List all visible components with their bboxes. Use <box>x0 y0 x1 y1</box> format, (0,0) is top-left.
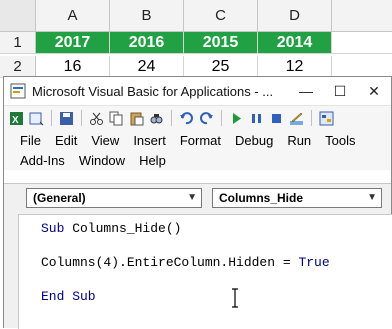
toolbar-separator <box>311 110 312 126</box>
close-button[interactable]: ✕ <box>357 77 391 105</box>
svg-text:X: X <box>12 115 19 126</box>
copy-icon[interactable] <box>108 110 125 127</box>
toolbar-separator <box>81 110 82 126</box>
cell-c1[interactable]: 2015 <box>184 32 258 54</box>
menu-view[interactable]: View <box>91 133 119 148</box>
menu-edit[interactable]: Edit <box>55 133 77 148</box>
maximize-button[interactable]: ☐ <box>323 77 357 105</box>
text-cursor-icon <box>232 288 238 308</box>
menu-file[interactable]: File <box>20 133 41 148</box>
sheet-row-1: 1 2017 2016 2015 2014 <box>0 32 392 54</box>
menu-run[interactable]: Run <box>287 133 311 148</box>
column-header-b[interactable]: B <box>110 0 184 32</box>
standard-toolbar: X <box>4 105 391 130</box>
save-icon[interactable] <box>58 110 75 127</box>
keyword-sub: Sub <box>41 221 65 236</box>
title-bar[interactable]: Microsoft Visual Basic for Applications … <box>4 77 391 105</box>
menu-row-2: Add-Ins Window Help <box>20 150 391 170</box>
minimize-button[interactable]: — <box>289 77 323 105</box>
project-explorer-icon[interactable] <box>318 110 335 127</box>
cut-icon[interactable] <box>88 110 105 127</box>
paste-icon[interactable] <box>128 110 145 127</box>
chevron-down-icon[interactable]: ▼ <box>367 192 377 203</box>
object-dropdown[interactable]: (General) ▼ <box>26 188 202 208</box>
code-line-1: Sub Columns_Hide() <box>41 221 181 236</box>
procedure-dropdown-value: Columns_Hide <box>219 191 304 205</box>
cell-a2[interactable]: 16 <box>36 56 110 78</box>
column-header-a[interactable]: A <box>36 0 110 32</box>
code-editor[interactable]: Sub Columns_Hide() Columns(4).EntireColu… <box>18 214 392 329</box>
column-header-row: A B C D <box>0 0 392 32</box>
break-icon[interactable] <box>248 110 265 127</box>
keyword-end-sub: End Sub <box>41 289 96 304</box>
select-all-corner[interactable] <box>0 0 36 32</box>
menu-insert[interactable]: Insert <box>133 133 166 148</box>
keyword-true: True <box>298 255 330 270</box>
reset-icon[interactable] <box>268 110 285 127</box>
run-icon[interactable] <box>228 110 245 127</box>
column-header-d[interactable]: D <box>258 0 332 32</box>
menu-help[interactable]: Help <box>139 153 166 168</box>
row-header-1[interactable]: 1 <box>0 32 36 54</box>
column-header-c[interactable]: C <box>184 0 258 32</box>
chevron-down-icon[interactable]: ▼ <box>187 192 197 203</box>
cell-c2[interactable]: 25 <box>184 56 258 78</box>
row-header-2[interactable]: 2 <box>0 56 36 78</box>
vba-app-icon <box>10 83 26 99</box>
menu-window[interactable]: Window <box>79 153 125 168</box>
menu-format[interactable]: Format <box>180 133 221 148</box>
vba-editor-window: Microsoft Visual Basic for Applications … <box>3 76 392 329</box>
cell-a1[interactable]: 2017 <box>36 32 110 54</box>
code-line-2: Columns(4).EntireColumn.Hidden = True <box>41 255 330 270</box>
cell-d2[interactable]: 12 <box>258 56 332 78</box>
view-excel-icon[interactable]: X <box>8 110 25 127</box>
procedure-dropdown[interactable]: Columns_Hide ▼ <box>212 188 382 208</box>
code-text: Columns_Hide() <box>64 221 182 236</box>
cell-b1[interactable]: 2016 <box>110 32 184 54</box>
toolbar-separator <box>171 110 172 126</box>
toolbar-separator <box>51 110 52 126</box>
redo-icon[interactable] <box>198 110 215 127</box>
code-line-3: End Sub <box>41 289 96 304</box>
toolbar-separator <box>221 110 222 126</box>
column-header-e[interactable] <box>332 0 392 32</box>
cell-e2[interactable] <box>332 56 392 78</box>
cell-b2[interactable]: 24 <box>110 56 184 78</box>
window-title: Microsoft Visual Basic for Applications … <box>32 83 274 99</box>
code-text: Columns(4).EntireColumn.Hidden = <box>41 255 299 270</box>
menu-add-ins[interactable]: Add-Ins <box>20 153 65 168</box>
sheet-row-2: 2 16 24 25 12 <box>0 56 392 78</box>
menu-bar: File Edit View Insert Format Debug Run T… <box>4 130 391 170</box>
cell-e1[interactable] <box>332 32 392 54</box>
object-dropdown-value: (General) <box>33 191 86 205</box>
insert-userform-icon[interactable] <box>28 110 45 127</box>
undo-icon[interactable] <box>178 110 195 127</box>
find-icon[interactable] <box>148 110 165 127</box>
menu-tools[interactable]: Tools <box>325 133 355 148</box>
cell-d1[interactable]: 2014 <box>258 32 332 54</box>
design-mode-icon[interactable] <box>288 110 305 127</box>
menu-debug[interactable]: Debug <box>235 133 273 148</box>
code-window: (General) ▼ Columns_Hide ▼ Sub Columns_H… <box>4 183 392 329</box>
menu-row-1: File Edit View Insert Format Debug Run T… <box>20 130 391 150</box>
